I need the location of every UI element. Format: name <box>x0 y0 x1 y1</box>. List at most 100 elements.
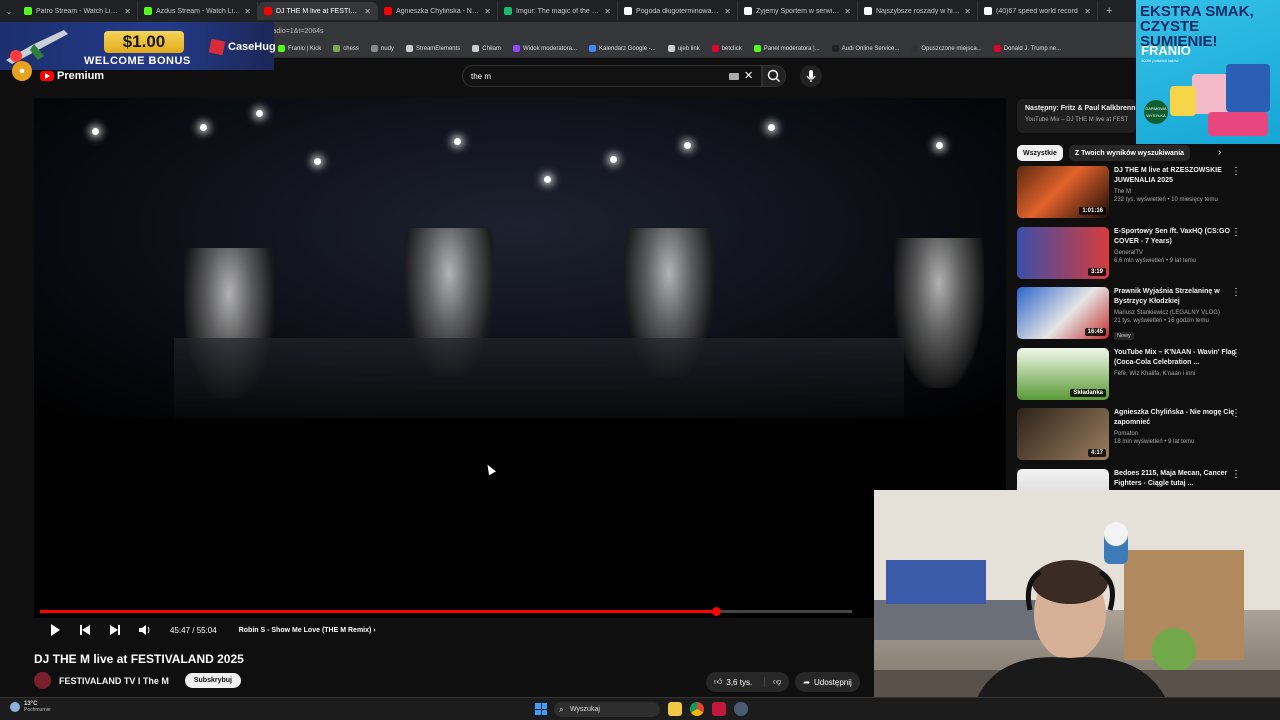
app-icon[interactable] <box>712 702 726 716</box>
recommendation-thumbnail[interactable]: 1:01:16 <box>1017 166 1109 218</box>
search-button[interactable] <box>762 65 786 87</box>
browser-tab[interactable]: Najszybsze roszady w historii ✕ <box>858 2 978 20</box>
recommendation-item[interactable]: Składanka YouTube Mix – K'NAAN - Wavin' F… <box>1017 347 1257 400</box>
recommendation-item[interactable]: 1:01:16 DJ THE M live at RZESZOWSKIE JUWE… <box>1017 166 1257 218</box>
casehug-promo-overlay: $1.00 WELCOME BONUS CaseHug <box>0 22 276 70</box>
chevron-right-icon[interactable]: › <box>1218 147 1221 158</box>
search-input[interactable]: the m ✕ <box>462 65 762 87</box>
bookmark-item[interactable]: Chiłam <box>472 45 501 52</box>
recommendation-thumbnail[interactable]: 16:45 <box>1017 287 1109 339</box>
recommendation-title[interactable]: Bedoes 2115, Maja Mecan, Cancer Fighters… <box>1114 469 1240 489</box>
bookmark-item[interactable]: ujeb link <box>667 45 700 52</box>
bookmark-item[interactable]: betclick <box>711 45 742 52</box>
bookmark-item[interactable]: StreamElements <box>405 45 460 52</box>
browser-tab[interactable]: Imgur: The magic of the Intern ✕ <box>498 2 618 20</box>
promo-brand-label: CaseHug <box>228 41 276 53</box>
thumbs-down-icon[interactable]: 👎︎ <box>764 677 781 687</box>
file-explorer-icon[interactable] <box>668 702 682 716</box>
more-options-icon[interactable]: ⋮ <box>1231 469 1241 480</box>
close-tab-icon[interactable]: ✕ <box>244 7 251 16</box>
close-tab-icon[interactable]: ✕ <box>964 7 971 16</box>
chip-all[interactable]: Wszystkie <box>1017 145 1063 161</box>
more-options-icon[interactable]: ⋮ <box>1231 408 1241 419</box>
subscribe-button[interactable]: Subskrybuj <box>184 673 241 688</box>
youtube-logo[interactable]: Premium <box>40 70 104 82</box>
clear-search-icon[interactable]: ✕ <box>744 69 753 82</box>
recommendation-item[interactable]: 16:45 Prawnik Wyjaśnia Strzelaninę w Byst… <box>1017 287 1257 340</box>
tab-title: Pogoda długoterminowa Wars <box>636 7 721 15</box>
browser-tab[interactable]: (40)67 speed world record ✕ <box>978 2 1098 20</box>
browser-tab[interactable]: Patro Stream - Watch Live on K ✕ <box>18 2 138 20</box>
windows-start-icon[interactable] <box>535 703 547 715</box>
browser-tab[interactable]: Azdus Stream - Watch Live on✕ <box>138 2 258 20</box>
close-tab-icon[interactable]: ✕ <box>124 7 131 16</box>
close-tab-icon[interactable]: ✕ <box>484 7 491 16</box>
browser-tab[interactable]: Pogoda długoterminowa Wars ✕ <box>618 2 738 20</box>
recommendation-thumbnail[interactable]: 3:19 <box>1017 226 1109 279</box>
video-player[interactable] <box>34 98 1006 618</box>
bookmark-item[interactable]: nudy <box>370 45 394 52</box>
chrome-icon[interactable] <box>690 702 704 716</box>
duration-badge: 16:45 <box>1084 328 1106 336</box>
bookmark-icon <box>278 45 285 52</box>
bookmark-item[interactable]: Opuszczone miejsca... <box>911 45 982 52</box>
recommendation-title[interactable]: YouTube Mix – K'NAAN - Wavin' Flag (Coca… <box>1114 348 1240 368</box>
more-options-icon[interactable]: ⋮ <box>1231 227 1241 238</box>
channel-name[interactable]: FESTIVALAND TV I The M <box>59 676 169 686</box>
keyboard-icon[interactable] <box>729 73 739 80</box>
channel-avatar[interactable] <box>34 672 51 689</box>
more-options-icon[interactable]: ⋮ <box>1231 348 1241 359</box>
tab-favicon-icon <box>624 7 632 15</box>
up-next-panel[interactable]: Następny: Fritz & Paul Kalkbrenn YouTube… <box>1017 99 1136 133</box>
franio-ad[interactable]: EKSTRA SMAK, CZYSTE SUMIENIE! FRANIO 100… <box>1136 0 1280 144</box>
recommendation-title[interactable]: DJ THE M live at RZESZOWSKIE JUWENALIA 2… <box>1114 166 1240 186</box>
settings-icon[interactable] <box>734 702 748 716</box>
recommendation-item[interactable]: 3:19 E-Sportowy Sen /ft. VaxHQ (CS:GO COV… <box>1017 226 1257 279</box>
recommendation-channel[interactable]: Mariusz Stankiewicz (LEGALNY VLOG) <box>1114 310 1240 316</box>
next-button[interactable] <box>100 620 130 640</box>
recommendation-title[interactable]: Prawnik Wyjaśnia Strzelaninę w Bystrzycy… <box>1114 287 1240 307</box>
close-tab-icon[interactable]: ✕ <box>724 7 731 16</box>
browser-tab[interactable]: Żyjemy Sportem w serwisie X ✕ <box>738 2 858 20</box>
progress-scrubber[interactable] <box>711 607 721 616</box>
close-tab-icon[interactable]: ✕ <box>844 7 851 16</box>
recommendation-channel[interactable]: The M <box>1114 189 1240 195</box>
close-tab-icon[interactable]: ✕ <box>1084 7 1091 16</box>
bookmark-item[interactable]: Donald J. Trump ne... <box>993 45 1061 52</box>
recommendation-item[interactable]: 4:17 Agnieszka Chylińska - Nie mogę Cię z… <box>1017 408 1257 460</box>
chip-from-search[interactable]: Z Twoich wyników wyszukiwania <box>1068 145 1191 161</box>
close-tab-icon[interactable]: ✕ <box>364 7 371 16</box>
tab-list-icon[interactable]: ⌄ <box>0 7 18 16</box>
progress-bar[interactable] <box>40 607 852 616</box>
volume-button[interactable] <box>130 620 160 640</box>
bookmark-item[interactable]: Kalendarz Google -... <box>589 45 656 52</box>
browser-tab[interactable]: Agnieszka Chylińska - Nie mog ✕ <box>378 2 498 20</box>
taskbar-search[interactable]: ⌕ Wyszukaj <box>554 702 660 717</box>
taskbar-search-placeholder: Wyszukaj <box>570 706 600 713</box>
recommendation-channel[interactable]: Pomaton <box>1114 431 1240 437</box>
recommendation-channel[interactable]: GeneralTV <box>1114 250 1240 256</box>
bookmark-item[interactable]: Franio | Kick <box>278 45 321 52</box>
tab-title: DJ THE M live at FESTIVALA <box>276 7 361 15</box>
bookmark-item[interactable]: Audi Online Service... <box>831 45 899 52</box>
recommendation-title[interactable]: Agnieszka Chylińska - Nie mogę Cię zapom… <box>1114 408 1240 428</box>
recommendation-channel[interactable]: Fëfë, Wiz Khalifa, K'naan i inni <box>1114 371 1240 377</box>
recommendation-title[interactable]: E-Sportowy Sen /ft. VaxHQ (CS:GO COVER -… <box>1114 227 1240 247</box>
bookmark-item[interactable]: chess <box>333 45 359 52</box>
play-button[interactable] <box>40 620 70 640</box>
close-tab-icon[interactable]: ✕ <box>604 7 611 16</box>
more-options-icon[interactable]: ⋮ <box>1231 287 1241 298</box>
chapter-title[interactable]: Robin S - Show Me Love (THE M Remix) › <box>239 627 376 634</box>
like-button[interactable]: 👍︎ 3,6 tys. 👎︎ <box>706 672 790 692</box>
share-button[interactable]: ➦ Udostępnij <box>795 672 860 692</box>
recommendation-thumbnail[interactable]: 4:17 <box>1017 408 1109 460</box>
new-tab-button[interactable]: + <box>1098 5 1120 17</box>
previous-button[interactable] <box>70 620 100 640</box>
voice-search-button[interactable] <box>800 65 822 87</box>
more-options-icon[interactable]: ⋮ <box>1231 166 1241 177</box>
bookmark-item[interactable]: Panel moderatora |... <box>753 45 820 52</box>
browser-tab[interactable]: DJ THE M live at FESTIVALA ✕ <box>258 2 378 20</box>
weather-widget[interactable]: 13°C Pochmurnie <box>10 701 51 713</box>
recommendation-thumbnail[interactable]: Składanka <box>1017 347 1109 400</box>
bookmark-item[interactable]: Widok moderatora... <box>512 45 577 52</box>
